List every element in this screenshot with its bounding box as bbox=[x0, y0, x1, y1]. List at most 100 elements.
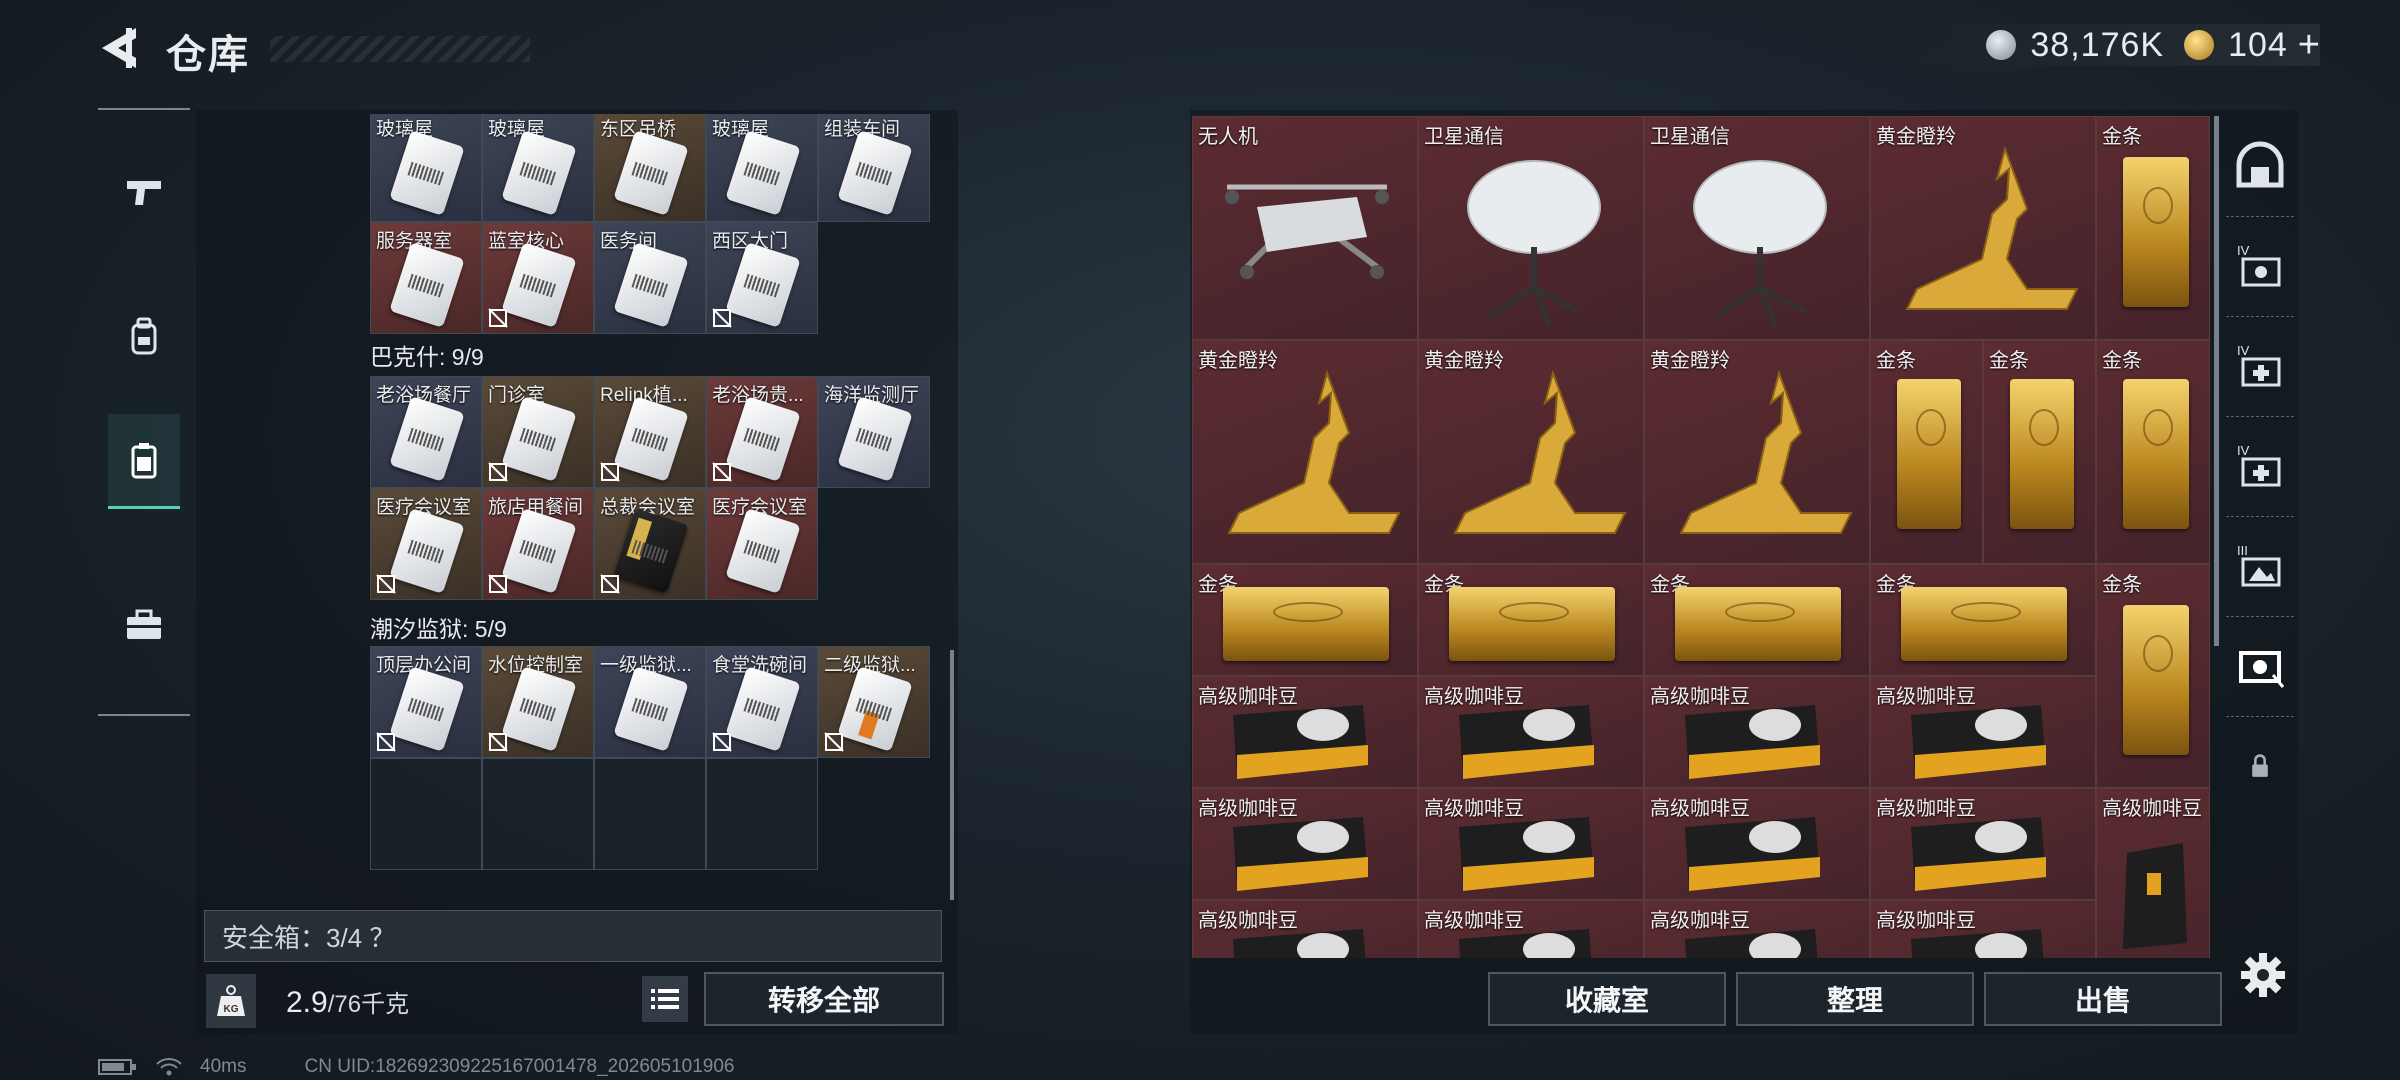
item-golden-gazelle[interactable]: 黄金瞪羚 bbox=[1644, 340, 1870, 564]
item-gold-bar[interactable]: 金条 bbox=[1192, 564, 1418, 676]
title-decoration bbox=[270, 36, 530, 62]
item-coffee-beans[interactable]: 高级咖啡豆 bbox=[1644, 788, 1870, 900]
landscape-card-icon: III bbox=[2237, 543, 2281, 587]
no-loot-icon bbox=[712, 308, 732, 328]
coffee-bag-icon bbox=[1233, 705, 1368, 779]
storage-case-icon bbox=[131, 443, 157, 479]
nav-backpack[interactable] bbox=[108, 290, 180, 382]
item-coffee-beans[interactable]: 高级咖啡豆 bbox=[1870, 788, 2096, 900]
item-gold-bar[interactable]: 金条 bbox=[2096, 564, 2210, 788]
nav-weapons[interactable] bbox=[108, 146, 180, 238]
add-currency-button[interactable]: + bbox=[2298, 24, 2320, 67]
filter-level-4-b[interactable]: IV bbox=[2226, 316, 2294, 417]
coffee-bag-icon bbox=[1459, 929, 1592, 958]
key-slot[interactable]: 老浴场餐厅 bbox=[370, 376, 482, 488]
list-icon bbox=[651, 989, 679, 1009]
key-slot[interactable]: 总裁会议室 bbox=[594, 488, 706, 600]
item-gold-bar[interactable]: 金条 bbox=[1418, 564, 1644, 676]
filter-all[interactable] bbox=[2226, 116, 2294, 217]
right-scrollbar[interactable] bbox=[2214, 116, 2219, 646]
key-slot[interactable]: 玻璃屋 bbox=[370, 114, 482, 222]
coffee-bag-icon bbox=[1911, 705, 2046, 779]
empty-slot[interactable] bbox=[594, 758, 706, 870]
key-slot[interactable]: 组装车间 bbox=[818, 114, 930, 222]
key-slot[interactable]: 玻璃屋 bbox=[706, 114, 818, 222]
empty-slot[interactable] bbox=[370, 758, 482, 870]
key-slot[interactable]: 门诊室 bbox=[482, 376, 594, 488]
no-loot-icon bbox=[488, 308, 508, 328]
settings-gear-icon[interactable] bbox=[2240, 952, 2286, 998]
pistol-icon bbox=[127, 181, 161, 205]
key-slot[interactable]: 旅店用餐间 bbox=[482, 488, 594, 600]
left-scrollbar[interactable] bbox=[950, 650, 954, 900]
key-slot[interactable]: 医疗会议室 bbox=[706, 488, 818, 600]
list-view-button[interactable] bbox=[642, 976, 688, 1022]
item-satellite[interactable]: 卫星通信 bbox=[1644, 116, 1870, 340]
empty-slot[interactable] bbox=[706, 758, 818, 870]
back-arrow-icon bbox=[102, 28, 136, 68]
uid-text: CN UID:182692309225167001478_20260510190… bbox=[304, 1056, 735, 1077]
no-loot-icon bbox=[712, 732, 732, 752]
svg-text:IV: IV bbox=[2237, 243, 2250, 258]
no-loot-icon bbox=[488, 732, 508, 752]
warehouse-icon bbox=[2236, 141, 2284, 188]
item-gold-bar[interactable]: 金条 bbox=[1870, 340, 1983, 564]
item-coffee-beans[interactable]: 高级咖啡豆 bbox=[1192, 900, 1418, 958]
key-slot[interactable]: 服务器室 bbox=[370, 222, 482, 334]
key-slot[interactable]: 玻璃屋 bbox=[482, 114, 594, 222]
item-gold-bar[interactable]: 金条 bbox=[1644, 564, 1870, 676]
transfer-all-button[interactable]: 转移全部 bbox=[704, 972, 944, 1026]
item-golden-gazelle[interactable]: 黄金瞪羚 bbox=[1418, 340, 1644, 564]
coffee-bag-icon bbox=[1911, 817, 2046, 891]
key-slot[interactable]: 一级监狱... bbox=[594, 646, 706, 758]
key-slot[interactable]: 医疗会议室 bbox=[370, 488, 482, 600]
key-slot[interactable]: 顶层办公间 bbox=[370, 646, 482, 758]
key-slot[interactable]: 蓝室核心 bbox=[482, 222, 594, 334]
weight-max: /76千克 bbox=[327, 991, 410, 1018]
item-gold-bar[interactable]: 金条 bbox=[2096, 116, 2210, 340]
item-coffee-beans[interactable]: 高级咖啡豆 bbox=[1192, 788, 1418, 900]
item-coffee-beans[interactable]: 高级咖啡豆 bbox=[2096, 788, 2210, 958]
key-slot[interactable]: 东区吊桥 bbox=[594, 114, 706, 222]
item-gold-bar[interactable]: 金条 bbox=[1983, 340, 2096, 564]
key-slot[interactable]: Relink植... bbox=[594, 376, 706, 488]
key-slot[interactable]: 食堂洗碗间 bbox=[706, 646, 818, 758]
item-coffee-beans[interactable]: 高级咖啡豆 bbox=[1418, 676, 1644, 788]
empty-slot[interactable] bbox=[482, 758, 594, 870]
coffee-bag-icon bbox=[1233, 817, 1368, 891]
nav-toolbox[interactable] bbox=[108, 580, 180, 672]
item-gold-bar[interactable]: 金条 bbox=[1870, 564, 2096, 676]
key-slot[interactable]: 水位控制室 bbox=[482, 646, 594, 758]
key-slot[interactable]: 医务间 bbox=[594, 222, 706, 334]
key-slot[interactable]: 老浴场贵... bbox=[706, 376, 818, 488]
filter-level-4-a[interactable]: IV bbox=[2226, 216, 2294, 317]
key-slot[interactable]: 西区大门 bbox=[706, 222, 818, 334]
item-coffee-beans[interactable]: 高级咖啡豆 bbox=[1870, 676, 2096, 788]
item-golden-gazelle[interactable]: 黄金瞪羚 bbox=[1870, 116, 2096, 340]
item-coffee-beans[interactable]: 高级咖啡豆 bbox=[1644, 676, 1870, 788]
item-coffee-beans[interactable]: 高级咖啡豆 bbox=[1418, 788, 1644, 900]
item-coffee-beans[interactable]: 高级咖啡豆 bbox=[1192, 676, 1418, 788]
item-golden-gazelle[interactable]: 黄金瞪羚 bbox=[1192, 340, 1418, 564]
back-button[interactable] bbox=[96, 22, 140, 74]
item-drone[interactable]: 无人机 bbox=[1192, 116, 1418, 340]
item-coffee-beans[interactable]: 高级咖啡豆 bbox=[1644, 900, 1870, 958]
weight-readout: 2.9/76千克 bbox=[286, 984, 409, 1020]
nav-storage[interactable] bbox=[108, 414, 180, 509]
item-coffee-beans[interactable]: 高级咖啡豆 bbox=[1870, 900, 2096, 958]
collection-room-button[interactable]: 收藏室 bbox=[1488, 972, 1726, 1026]
item-satellite[interactable]: 卫星通信 bbox=[1418, 116, 1644, 340]
filter-locked[interactable] bbox=[2226, 716, 2294, 816]
key-slot[interactable]: 海洋监测厅 bbox=[818, 376, 930, 488]
key-slot[interactable]: 二级监狱... bbox=[818, 646, 930, 758]
filter-level-3[interactable]: III bbox=[2226, 516, 2294, 617]
filter-special[interactable] bbox=[2226, 616, 2294, 717]
key-case-list[interactable]: 玻璃屋 玻璃屋 东区吊桥 玻璃屋 组装车间 服务器室 蓝室核心 医务间 西区大门… bbox=[248, 114, 948, 904]
item-gold-bar[interactable]: 金条 bbox=[2096, 340, 2210, 564]
filter-level-4-c[interactable]: IV bbox=[2226, 416, 2294, 517]
sell-button[interactable]: 出售 bbox=[1984, 972, 2222, 1026]
warehouse-grid[interactable]: 无人机 卫星通信 卫星通信 黄金瞪羚 金条 黄金瞪羚 黄金瞪羚 黄金瞪羚 金条 … bbox=[1192, 116, 2210, 958]
silver-coin-icon bbox=[1986, 30, 2017, 60]
item-coffee-beans[interactable]: 高级咖啡豆 bbox=[1418, 900, 1644, 958]
sort-button[interactable]: 整理 bbox=[1736, 972, 1974, 1026]
